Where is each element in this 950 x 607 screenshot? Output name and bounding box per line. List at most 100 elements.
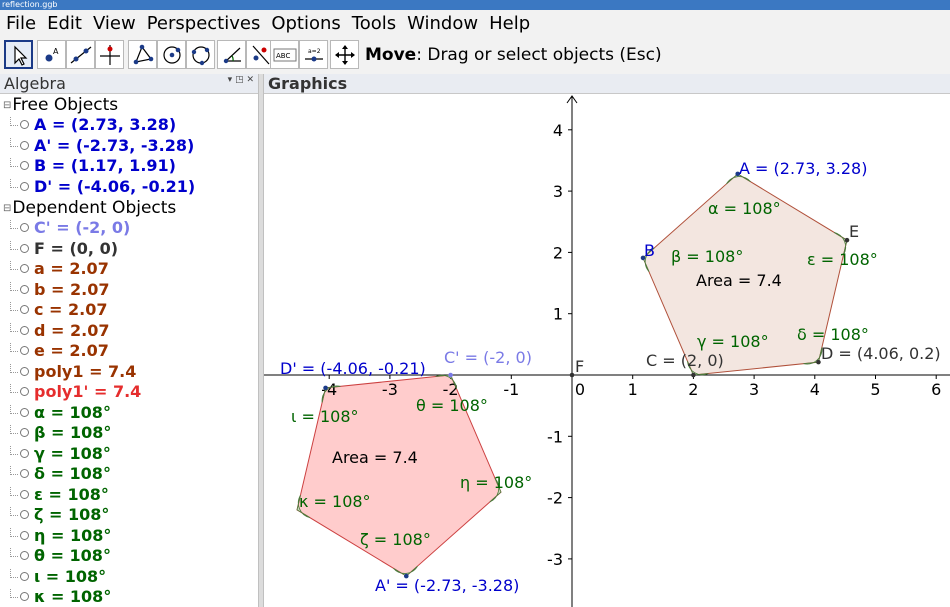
polygon-tool-button[interactable] xyxy=(128,40,157,69)
y-tick-label: 2 xyxy=(553,243,563,262)
move-view-tool-button[interactable] xyxy=(330,40,359,69)
algebra-item[interactable]: B = (1.17, 1.91) xyxy=(10,156,176,176)
visibility-toggle-icon[interactable] xyxy=(20,428,29,437)
algebra-item-text: B = (1.17, 1.91) xyxy=(34,156,176,175)
point-C-prime[interactable] xyxy=(448,372,453,378)
algebra-item[interactable]: α = 108° xyxy=(10,403,111,423)
menu-tools[interactable]: Tools xyxy=(346,13,401,34)
point-F[interactable] xyxy=(569,372,575,378)
algebra-item[interactable]: F = (0, 0) xyxy=(10,239,118,259)
tree-branch xyxy=(10,384,18,393)
menu-perspectives[interactable]: Perspectives xyxy=(141,13,266,34)
menu-file[interactable]: File xyxy=(0,13,41,34)
menu-options[interactable]: Options xyxy=(265,13,345,34)
point-C[interactable] xyxy=(691,372,696,378)
algebra-item[interactable]: A = (2.73, 3.28) xyxy=(10,115,176,135)
algebra-item[interactable]: C' = (-2, 0) xyxy=(10,218,130,238)
angle-tool-button[interactable] xyxy=(217,40,246,69)
visibility-toggle-icon[interactable] xyxy=(20,284,29,294)
visibility-toggle-icon[interactable] xyxy=(20,140,29,150)
point-D-prime[interactable] xyxy=(323,385,328,391)
algebra-item-text: A = (2.73, 3.28) xyxy=(34,115,177,134)
close-view-icon[interactable]: ✕ xyxy=(246,75,254,85)
visibility-toggle-icon[interactable] xyxy=(20,325,29,335)
visibility-toggle-icon[interactable] xyxy=(20,530,29,540)
visibility-toggle-icon[interactable] xyxy=(20,120,29,129)
visibility-toggle-icon[interactable] xyxy=(20,243,29,253)
visibility-toggle-icon[interactable] xyxy=(20,346,29,355)
algebra-item[interactable]: ι = 108° xyxy=(10,567,106,587)
circle-tool-button[interactable] xyxy=(157,40,186,69)
algebra-item[interactable]: γ = 108° xyxy=(10,444,111,464)
tree-branch xyxy=(10,363,18,373)
algebra-item[interactable]: β = 108° xyxy=(10,423,111,443)
menu-window[interactable]: Window xyxy=(401,13,483,34)
graphics-view[interactable]: -4 -3 -2 -1 0 1 2 3 4 5 6-3-2-11234A = (2.73, 3.28… xyxy=(264,94,950,607)
visibility-toggle-icon[interactable] xyxy=(20,161,29,170)
algebra-item[interactable]: ε = 108° xyxy=(10,485,109,505)
algebra-item-text: C' = (-2, 0) xyxy=(34,218,131,237)
algebra-item[interactable]: A' = (-2.73, -3.28) xyxy=(10,136,194,156)
algebra-item[interactable]: κ = 108° xyxy=(10,587,111,607)
visibility-toggle-icon[interactable] xyxy=(20,223,29,232)
perpendicular-line-icon xyxy=(100,45,120,65)
graphics-view-title: Graphics xyxy=(268,74,348,93)
angle-label-epsilon: ε = 108° xyxy=(807,250,878,269)
algebra-item[interactable]: c = 2.07 xyxy=(10,300,108,320)
algebra-view-title: Algebra xyxy=(4,74,66,93)
algebra-item[interactable]: δ = 108° xyxy=(10,464,111,484)
algebra-item[interactable]: D' = (-4.06, -0.21) xyxy=(10,177,195,197)
visibility-toggle-icon[interactable] xyxy=(20,469,29,478)
move-arrow-icon xyxy=(14,45,28,66)
visibility-toggle-icon[interactable] xyxy=(20,571,29,581)
algebra-item[interactable]: a = 2.07 xyxy=(10,259,109,279)
line-tool-button[interactable] xyxy=(66,40,95,69)
visibility-toggle-icon[interactable] xyxy=(20,448,29,458)
move-tool-button[interactable] xyxy=(4,40,33,69)
algebra-item-text: A' = (-2.73, -3.28) xyxy=(34,135,195,155)
text-tool-button[interactable]: ABC xyxy=(270,40,299,69)
collapse-toggle-icon[interactable]: ⊟ xyxy=(3,203,11,214)
text-icon: ABC xyxy=(273,48,297,62)
visibility-toggle-icon[interactable] xyxy=(20,181,29,191)
point-tool-button[interactable]: A xyxy=(37,40,66,69)
tree-branch xyxy=(10,261,18,270)
slider-tool-button[interactable]: a=2 xyxy=(299,40,328,69)
algebra-item-text: δ = 108° xyxy=(34,464,111,483)
menu-view[interactable]: View xyxy=(87,13,141,34)
algebra-item[interactable]: e = 2.07 xyxy=(10,341,109,361)
visibility-toggle-icon[interactable] xyxy=(20,407,29,417)
collapse-toggle-icon[interactable]: ⊟ xyxy=(3,100,11,111)
algebra-item[interactable]: poly1' = 7.4 xyxy=(10,382,141,402)
visibility-toggle-icon[interactable] xyxy=(20,510,29,519)
menu-help[interactable]: Help xyxy=(483,13,535,34)
algebra-item[interactable]: θ = 108° xyxy=(10,546,111,566)
undock-icon[interactable]: ◳ xyxy=(235,75,244,85)
visibility-toggle-icon[interactable] xyxy=(20,489,29,499)
angle-label-eta: η = 108° xyxy=(460,473,532,492)
view-menu-icon[interactable]: ▾ xyxy=(228,75,233,85)
point-label-C: C = (2, 0) xyxy=(646,351,724,370)
algebra-item[interactable]: ζ = 108° xyxy=(10,505,109,525)
x-tick-label: 1 xyxy=(628,380,638,399)
perpendicular-tool-button[interactable] xyxy=(95,40,124,69)
algebra-item[interactable]: b = 2.07 xyxy=(10,280,109,300)
algebra-item[interactable]: η = 108° xyxy=(10,526,111,546)
tree-branch xyxy=(10,302,18,311)
circle-three-points-tool-button[interactable] xyxy=(186,40,215,69)
visibility-toggle-icon[interactable] xyxy=(20,551,29,560)
visibility-toggle-icon[interactable] xyxy=(20,592,29,601)
visibility-toggle-icon[interactable] xyxy=(20,387,29,396)
point-label-D-prime: D' = (-4.06, -0.21) xyxy=(280,359,426,378)
menu-edit[interactable]: Edit xyxy=(41,13,87,34)
algebra-item-text: poly1 = 7.4 xyxy=(34,361,137,381)
angle-label-gamma: γ = 108° xyxy=(697,332,769,351)
algebra-item[interactable]: poly1 = 7.4 xyxy=(10,362,136,382)
algebra-item[interactable]: d = 2.07 xyxy=(10,321,109,341)
polygon2-area-label: Area = 7.4 xyxy=(332,448,418,467)
visibility-toggle-icon[interactable] xyxy=(20,264,29,273)
algebra-item-text: α = 108° xyxy=(34,402,111,422)
algebra-item-text: b = 2.07 xyxy=(34,279,110,299)
visibility-toggle-icon[interactable] xyxy=(20,305,29,314)
visibility-toggle-icon[interactable] xyxy=(20,366,29,376)
